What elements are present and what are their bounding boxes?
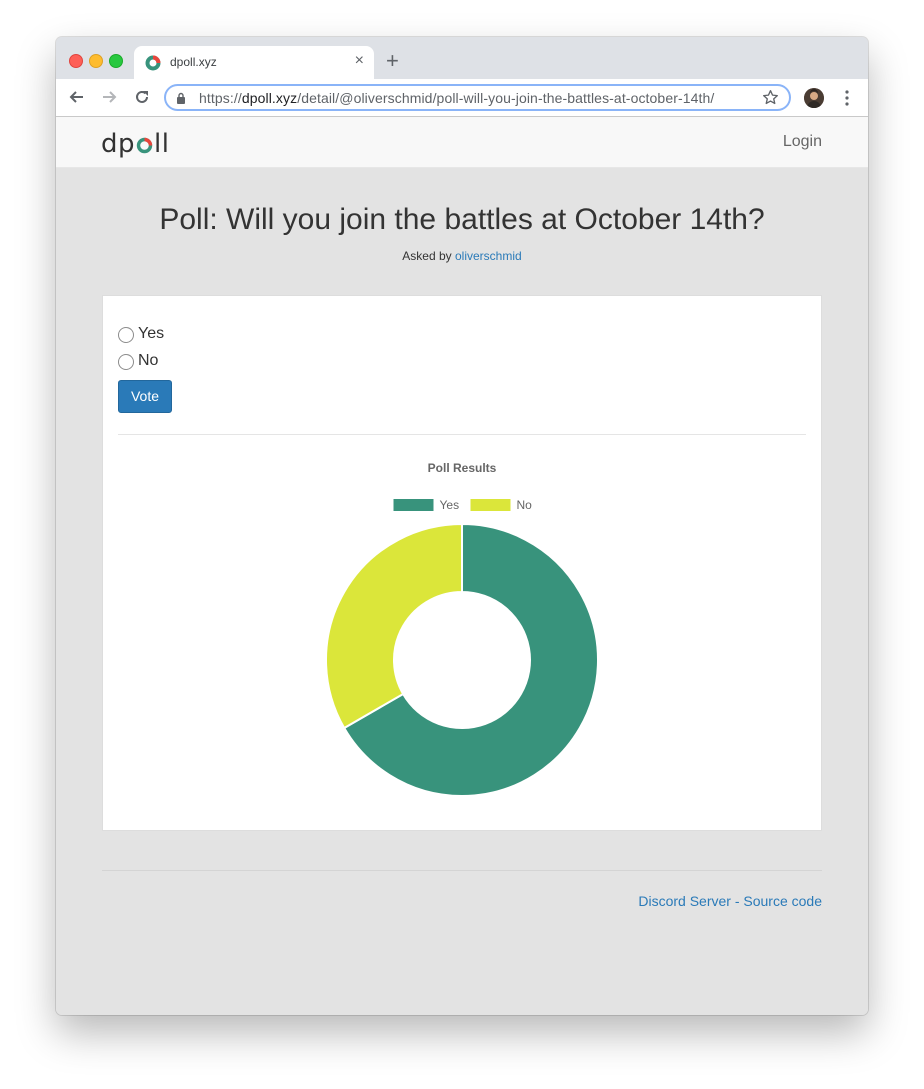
url-path: /detail/@oliverschmid/poll-will-you-join… [297,90,715,106]
chart-slices [325,522,599,797]
address-bar[interactable]: https://dpoll.xyz/detail/@oliverschmid/p… [164,84,791,111]
dpoll-logo[interactable]: dp ll [101,129,169,159]
url-domain: dpoll.xyz [241,90,298,106]
chart-legend: Yes No [393,498,533,512]
dpoll-favicon-icon [145,55,161,71]
option-no-radio[interactable] [118,354,134,370]
asked-by: Asked by oliverschmid [56,249,868,263]
site-navbar: dp ll Login [56,117,868,168]
browser-menu-icon[interactable] [842,89,852,107]
source-code-link[interactable]: Source code [743,893,822,909]
profile-avatar[interactable] [804,88,824,108]
option-yes-label: Yes [138,325,165,342]
chart-title: Poll Results [428,461,497,475]
profile-avatar-icon [804,88,824,108]
vote-button[interactable]: Vote [118,380,172,413]
url-text: https://dpoll.xyz/detail/@oliverschmid/p… [199,90,714,106]
maximize-window-button[interactable] [109,54,123,68]
poll-results-chart: Poll Results Yes No [325,461,599,797]
footer-links: Discord Server - Source code [638,893,822,909]
tab-bar: dpoll.xyz × + [56,37,868,79]
legend-swatch-no[interactable] [470,499,511,511]
tab-title: dpoll.xyz [170,55,217,69]
footer-divider [102,870,822,871]
poll-card: Yes No Vote Poll Results Yes No [102,295,822,831]
chart-slice-no[interactable] [325,522,463,730]
back-arrow-icon[interactable] [67,87,87,107]
bookmark-star-icon[interactable] [762,89,779,106]
lock-icon [177,92,185,104]
minimize-window-button[interactable] [89,54,103,68]
logo-text-left: dp [101,129,136,159]
logo-ring-icon [136,137,153,154]
browser-toolbar: https://dpoll.xyz/detail/@oliverschmid/p… [56,79,868,117]
tab-close-icon[interactable]: × [355,52,364,70]
close-window-button[interactable] [69,54,83,68]
legend-swatch-yes[interactable] [393,499,434,511]
option-no-label: No [138,352,159,369]
url-scheme: https:// [199,90,242,106]
option-yes-radio[interactable] [118,327,134,343]
browser-window: dpoll.xyz × + https://dpoll.xyz/detail/@… [56,37,868,1015]
discord-server-link[interactable]: Discord Server [638,893,731,909]
legend-label-no: No [517,498,533,512]
new-tab-icon[interactable]: + [386,50,399,72]
login-link[interactable]: Login [783,133,822,151]
footer-separator: - [734,893,740,909]
browser-tab[interactable]: dpoll.xyz × [134,46,374,79]
author-link[interactable]: oliverschmid [455,249,522,263]
legend-label-yes: Yes [440,498,460,512]
asked-by-prefix: Asked by [402,249,452,263]
card-divider [118,434,806,435]
reload-icon[interactable] [132,87,152,107]
logo-text-right: ll [154,129,170,159]
page-title: Poll: Will you join the battles at Octob… [159,203,765,236]
forward-arrow-icon[interactable] [99,87,119,107]
page-viewport: dp ll Login Poll: Will you join the battl… [56,117,868,1015]
